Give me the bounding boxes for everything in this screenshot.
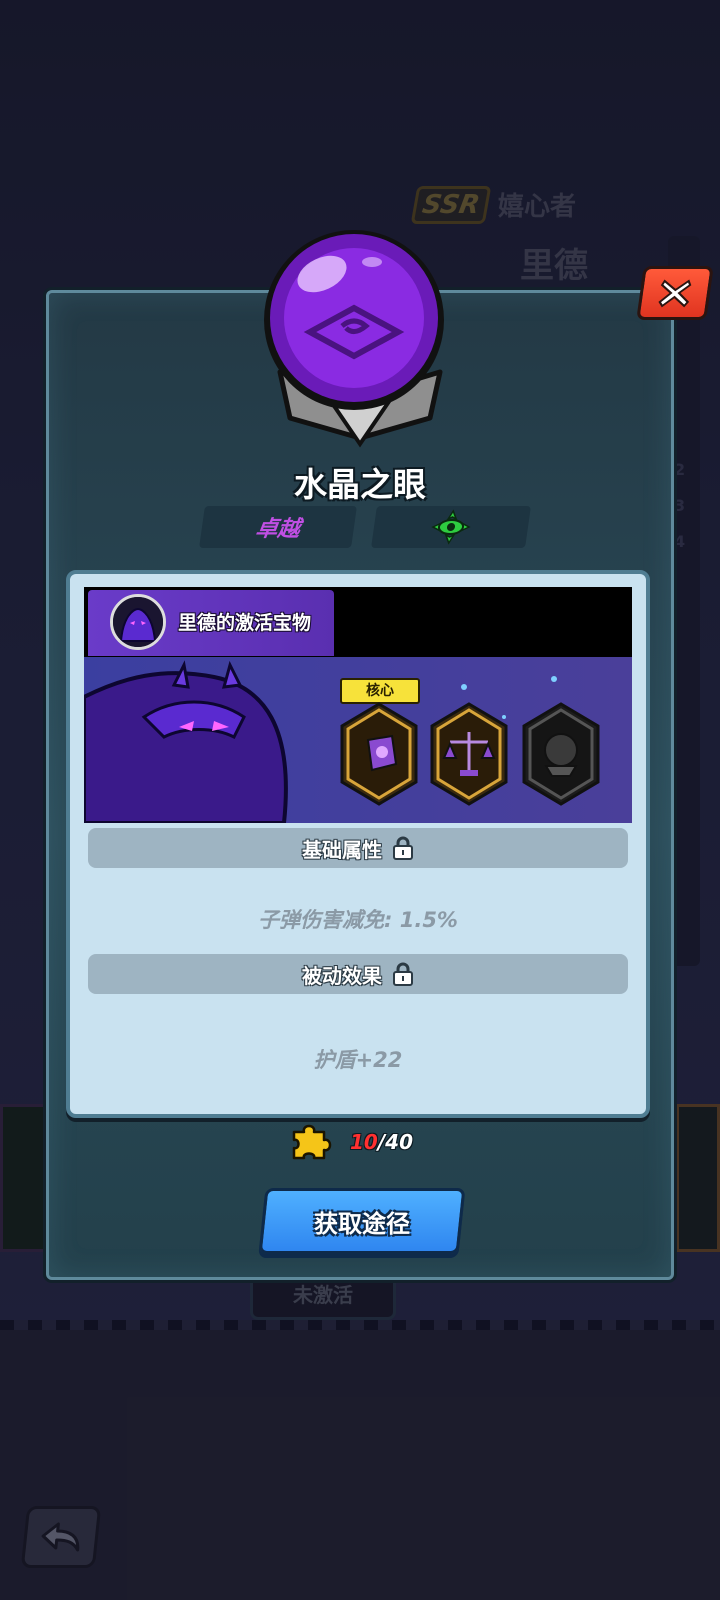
treasure-slot-core[interactable] [338,702,420,806]
hero-avatar [110,594,166,650]
rarity-tag: 卓越 [199,506,357,548]
core-badge: 核心 [340,678,420,704]
fragment-required: /40 [377,1130,413,1154]
close-icon [658,279,692,308]
base-attribute-header: 基础属性 [88,828,628,868]
treasure-slot-scale[interactable] [428,702,510,806]
obtain-method-label: 获取途径 [314,1209,410,1238]
crystal-orb-icon [260,222,460,458]
green-eye-crest-icon [431,509,471,545]
lock-icon [393,836,413,860]
puzzle-piece-icon [292,1124,332,1160]
owner-label: 里德的激活宝物 [178,612,312,634]
base-attribute-value: 子弹伤害减免: 1.5% [258,908,458,932]
fragment-owned: 10 [350,1130,378,1154]
fragment-progress: 10/40 [290,1122,413,1162]
fragment-count: 10/40 [350,1130,413,1154]
passive-effect-title: 被动效果 [302,963,382,988]
element-tag [371,506,531,548]
passive-effect-header: 被动效果 [88,954,628,994]
base-attribute-title: 基础属性 [302,837,382,862]
passive-effect-value: 护盾+22 [313,1048,403,1072]
lock-icon [393,962,413,986]
item-name: 水晶之眼 [294,465,426,504]
obtain-method-button[interactable]: 获取途径 [258,1188,466,1254]
treasure-slot-orb-locked[interactable] [520,702,602,806]
rarity-label: 卓越 [253,517,302,542]
close-button[interactable] [636,266,714,320]
